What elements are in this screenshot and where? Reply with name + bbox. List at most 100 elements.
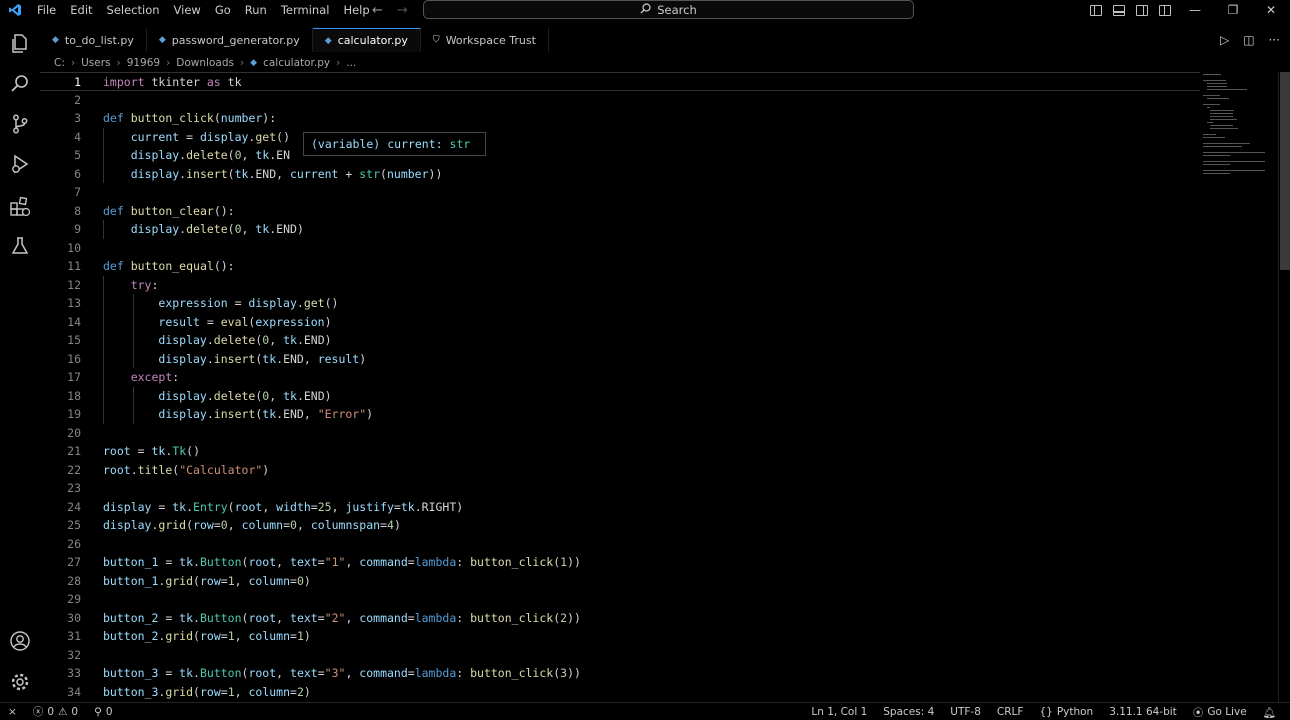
- code-line[interactable]: 25 display.grid(row=0, column=0, columnsp…: [40, 516, 1200, 535]
- code-text: root.title("Calculator"): [103, 461, 269, 480]
- code-token: display: [130, 222, 180, 236]
- code-token: ,: [227, 518, 242, 532]
- menu-selection[interactable]: Selection: [100, 0, 167, 20]
- code-line[interactable]: 6 display.insert(tk.END, current + str(n…: [40, 165, 1200, 184]
- run-debug-icon[interactable]: [8, 152, 32, 176]
- forward-arrow-icon[interactable]: →: [397, 3, 408, 18]
- menu-file[interactable]: File: [30, 0, 63, 20]
- tab-workspace-trust[interactable]: ⛉ Workspace Trust: [421, 28, 549, 52]
- back-arrow-icon[interactable]: ←: [372, 3, 383, 18]
- menu-go[interactable]: Go: [208, 0, 238, 20]
- more-actions-icon[interactable]: ···: [1269, 33, 1280, 47]
- code-line[interactable]: 5 display.delete(0, tk.EN: [40, 146, 1200, 165]
- code-line[interactable]: 18 display.delete(0, tk.END): [40, 387, 1200, 406]
- remote-indicator-icon[interactable]: ⨯: [0, 706, 25, 718]
- code-line[interactable]: 2: [40, 91, 1200, 110]
- explorer-icon[interactable]: [8, 32, 32, 56]
- menu-help[interactable]: Help: [336, 0, 376, 20]
- code-line[interactable]: 33 button_3 = tk.Button(root, text="3", c…: [40, 664, 1200, 683]
- command-center-search[interactable]: Search: [423, 0, 914, 19]
- code-line[interactable]: 20: [40, 424, 1200, 443]
- code-line[interactable]: 29: [40, 590, 1200, 609]
- code-line[interactable]: 4 current = display.get(): [40, 128, 1200, 147]
- split-editor-icon[interactable]: ◫: [1243, 33, 1254, 47]
- vertical-scrollbar[interactable]: [1278, 72, 1290, 702]
- cursor-position[interactable]: Ln 1, Col 1: [803, 706, 875, 718]
- code-line[interactable]: 9 display.delete(0, tk.END): [40, 220, 1200, 239]
- toggle-panel-icon[interactable]: [1113, 4, 1125, 16]
- code-line[interactable]: 8 def button_clear():: [40, 202, 1200, 221]
- code-line[interactable]: 30 button_2 = tk.Button(root, text="2", c…: [40, 609, 1200, 628]
- minimap-line: [1203, 146, 1242, 147]
- restore-icon[interactable]: ❐: [1214, 0, 1252, 20]
- python-interpreter[interactable]: 3.11.1 64-bit: [1101, 706, 1185, 718]
- minimize-icon[interactable]: —: [1176, 0, 1214, 20]
- tab-to-do-list[interactable]: ◆ to_do_list.py: [40, 28, 147, 52]
- code-token: =: [213, 518, 221, 532]
- toggle-secondary-sidebar-icon[interactable]: [1136, 4, 1148, 16]
- code-token: 0: [234, 222, 242, 236]
- code-token: .: [206, 333, 214, 347]
- account-icon[interactable]: [8, 629, 32, 653]
- go-live-button[interactable]: ⦿ Go Live: [1185, 705, 1255, 720]
- menu-run[interactable]: Run: [238, 0, 274, 20]
- minimap[interactable]: [1200, 72, 1276, 182]
- code-line[interactable]: 19 display.insert(tk.END, "Error"): [40, 405, 1200, 424]
- code-line[interactable]: 10: [40, 239, 1200, 258]
- code-line[interactable]: 32: [40, 646, 1200, 665]
- customize-layout-icon[interactable]: [1159, 4, 1171, 16]
- code-editor[interactable]: 1 import tkinter as tk 2 3 def button_click(…: [40, 72, 1278, 702]
- code-line[interactable]: 16 display.insert(tk.END, result): [40, 350, 1200, 369]
- menu-terminal[interactable]: Terminal: [274, 0, 337, 20]
- code-line[interactable]: 14 result = eval(expression): [40, 313, 1200, 332]
- code-line[interactable]: 13 expression = display.get(): [40, 294, 1200, 313]
- source-control-icon[interactable]: [8, 112, 32, 136]
- code-line[interactable]: 31 button_2.grid(row=1, column=1): [40, 627, 1200, 646]
- toggle-primary-sidebar-icon[interactable]: [1090, 4, 1102, 16]
- run-python-file-icon[interactable]: ▷: [1220, 33, 1229, 47]
- code-line[interactable]: 7: [40, 183, 1200, 202]
- search-view-icon[interactable]: [8, 72, 32, 96]
- code-token: button_click: [470, 555, 554, 569]
- tab-password-generator[interactable]: ◆ password_generator.py: [147, 28, 313, 52]
- code-token: width: [276, 499, 311, 514]
- breadcrumb-user-folder[interactable]: 91969: [127, 57, 160, 69]
- code-line[interactable]: 23: [40, 479, 1200, 498]
- editor-tabs: ◆ to_do_list.py ◆ password_generator.py …: [40, 28, 1290, 52]
- indentation[interactable]: Spaces: 4: [875, 706, 942, 718]
- breadcrumb-file[interactable]: calculator.py: [263, 57, 330, 69]
- breadcrumb-drive[interactable]: C:: [54, 57, 65, 69]
- problems-indicator[interactable]: ⓧ 0 ⚠ 0: [25, 704, 86, 719]
- code-line[interactable]: 15 display.delete(0, tk.END): [40, 331, 1200, 350]
- tab-calculator[interactable]: ◆ calculator.py: [312, 28, 421, 52]
- breadcrumb-symbol[interactable]: ...: [346, 57, 356, 69]
- shield-icon: ⛉: [432, 35, 440, 45]
- notifications-bell-icon[interactable]: 🔔︎: [1255, 706, 1284, 719]
- code-line[interactable]: 24 display = tk.Entry(root, width=25, jus…: [40, 498, 1200, 517]
- code-line[interactable]: 3 def button_click(number):: [40, 109, 1200, 128]
- breadcrumb-users[interactable]: Users: [81, 57, 110, 69]
- menu-view[interactable]: View: [167, 0, 208, 20]
- extensions-icon[interactable]: [8, 194, 32, 218]
- scrollbar-thumb[interactable]: [1280, 72, 1290, 270]
- code-line[interactable]: 1 import tkinter as tk: [40, 72, 1200, 91]
- code-line[interactable]: 22 root.title("Calculator"): [40, 461, 1200, 480]
- ports-indicator[interactable]: ⚲ 0: [86, 706, 120, 718]
- code-line[interactable]: 11 def button_equal():: [40, 257, 1200, 276]
- language-mode[interactable]: {} Python: [1031, 706, 1101, 718]
- menu-edit[interactable]: Edit: [63, 0, 99, 20]
- code-line[interactable]: 17 except:: [40, 368, 1200, 387]
- code-line[interactable]: 27 button_1 = tk.Button(root, text="1", c…: [40, 553, 1200, 572]
- breadcrumb-downloads[interactable]: Downloads: [176, 57, 234, 69]
- close-window-icon[interactable]: ✕: [1252, 0, 1290, 20]
- code-line[interactable]: 12 try:: [40, 276, 1200, 295]
- encoding[interactable]: UTF-8: [942, 706, 989, 718]
- testing-flask-icon[interactable]: [8, 234, 32, 258]
- code-line[interactable]: 26: [40, 535, 1200, 554]
- end-of-line[interactable]: CRLF: [989, 706, 1032, 718]
- code-line[interactable]: 34 button_3.grid(row=1, column=2): [40, 683, 1200, 702]
- settings-gear-icon[interactable]: [8, 670, 32, 694]
- code-line[interactable]: 28 button_1.grid(row=1, column=0): [40, 572, 1200, 591]
- code-line[interactable]: 21 root = tk.Tk(): [40, 442, 1200, 461]
